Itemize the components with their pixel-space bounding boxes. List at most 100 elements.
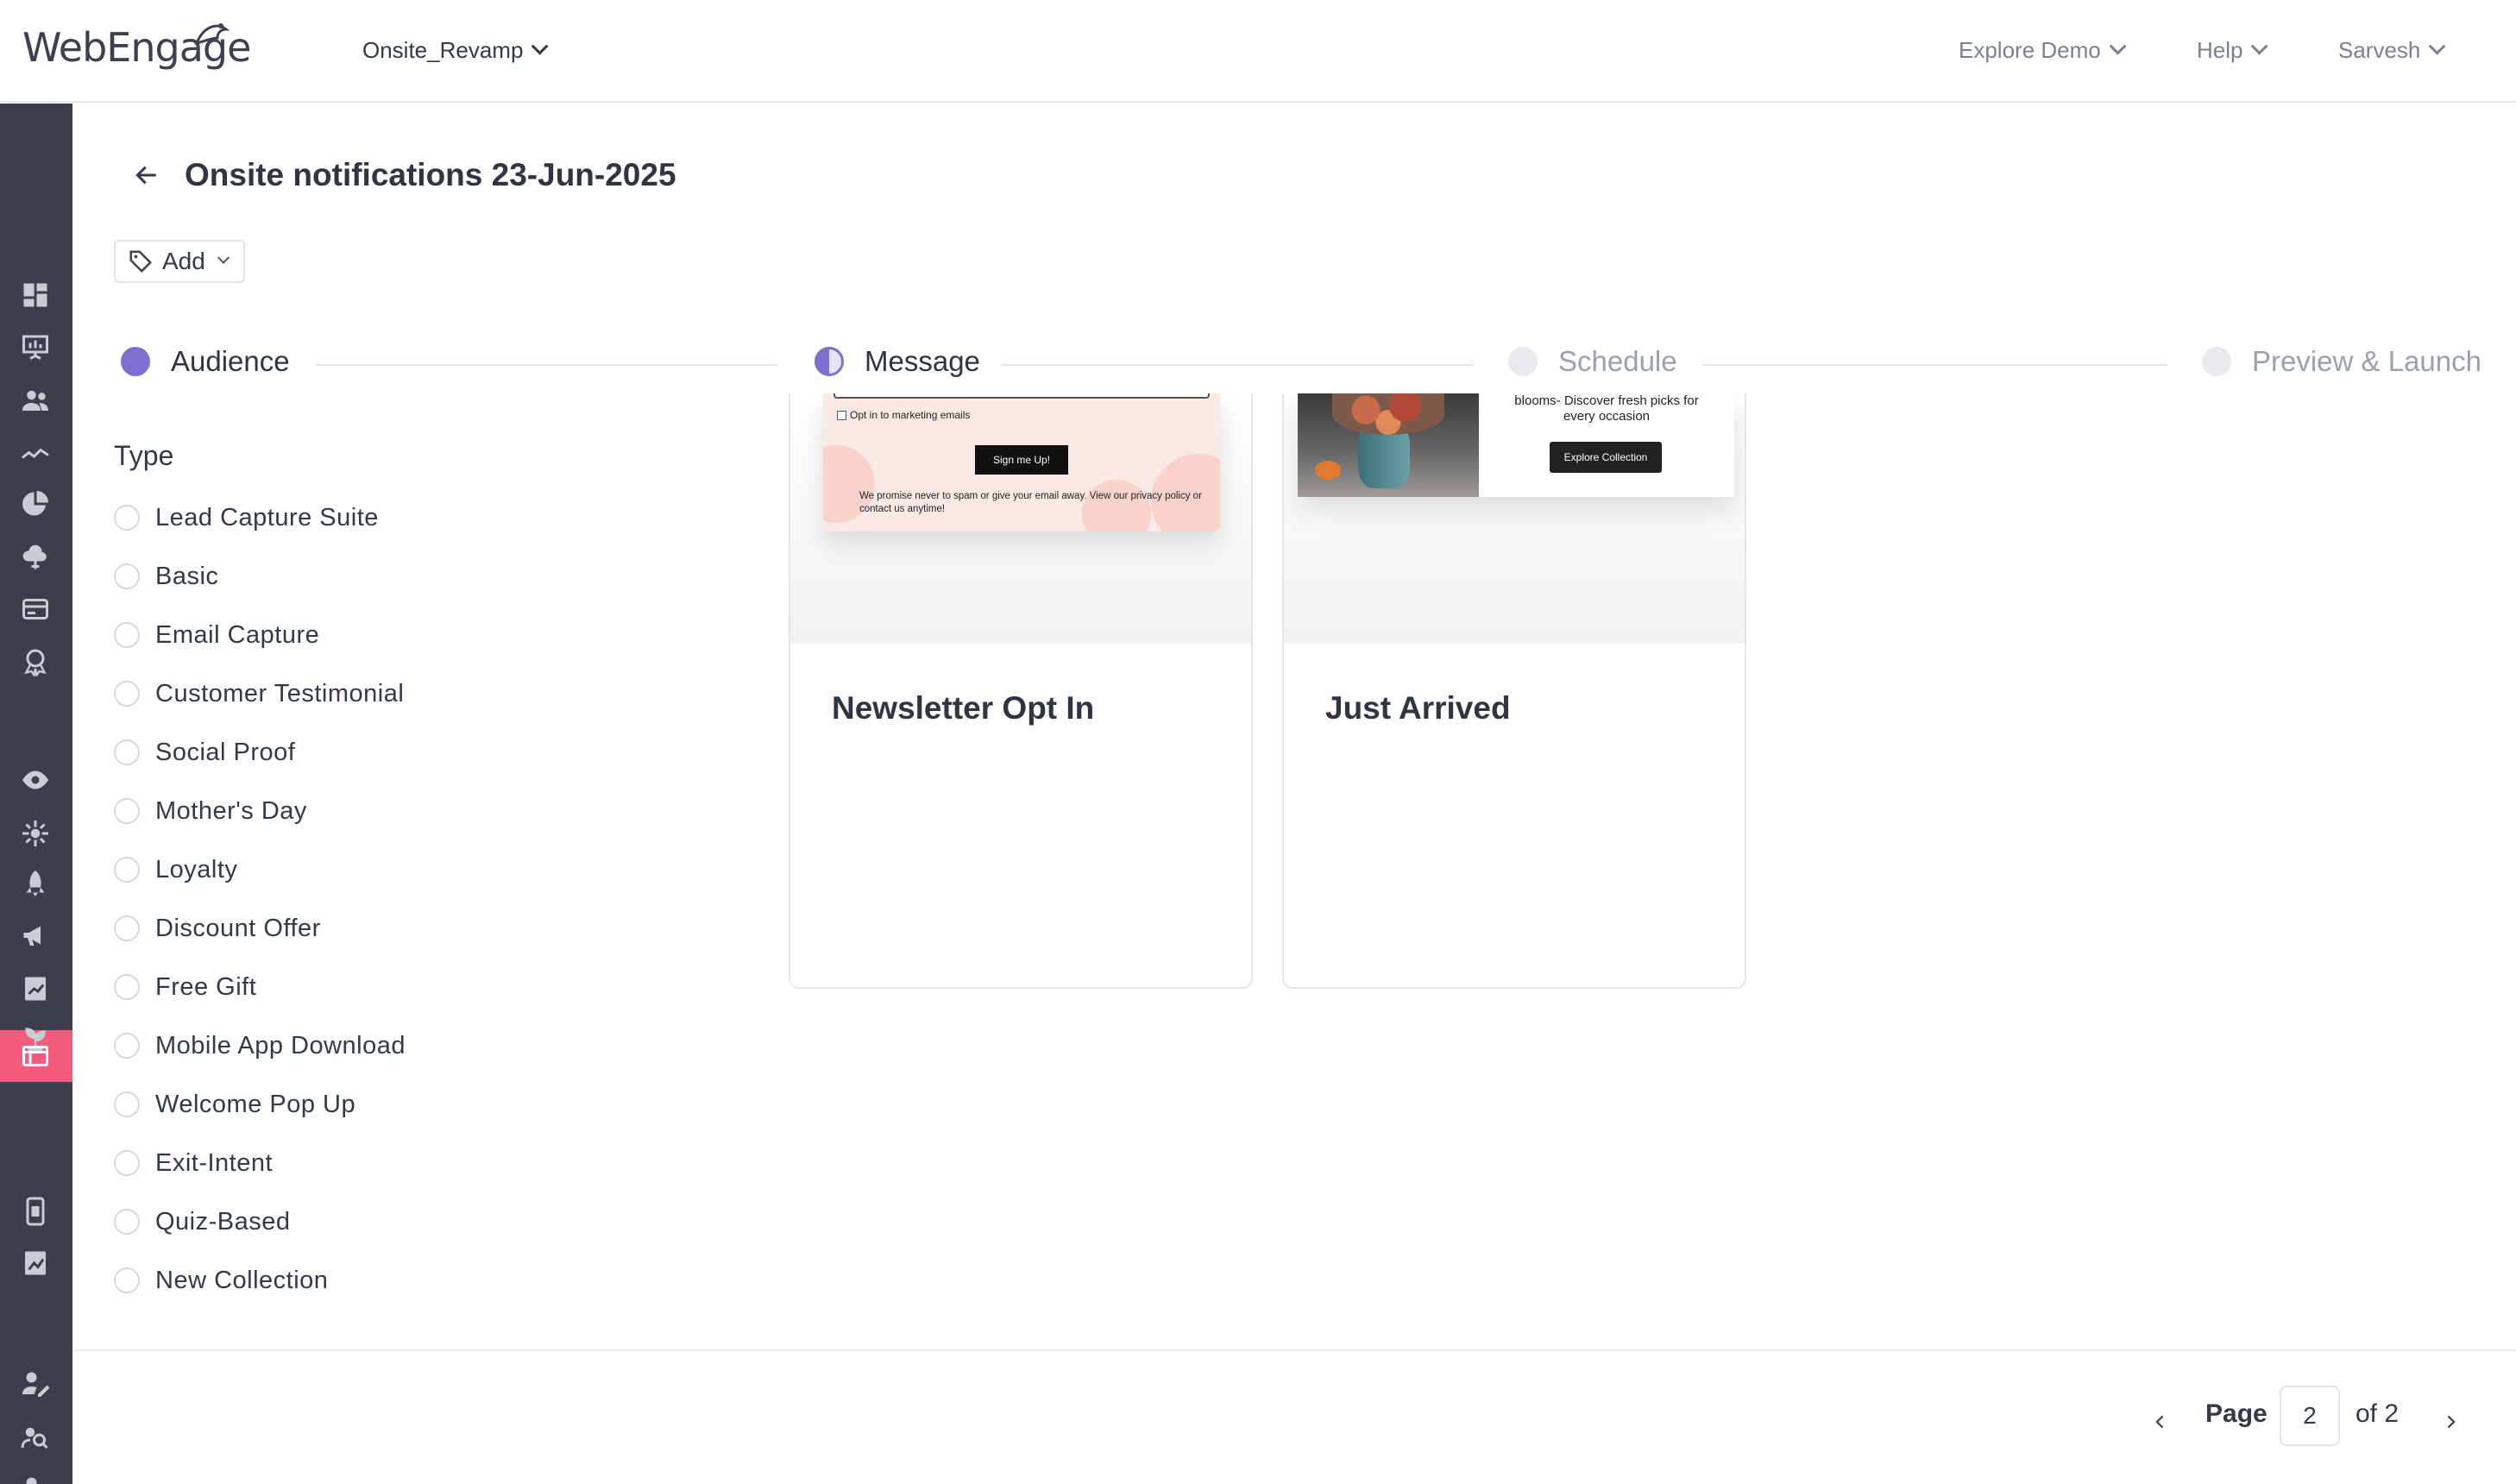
chevron-right-icon[interactable] [2438, 1410, 2463, 1434]
page-label: Page [2205, 1399, 2268, 1428]
template-thumbnail: Opt in to marketing emails Sign me Up! W… [790, 393, 1251, 644]
filter-option[interactable]: Lead Capture Suite [114, 500, 379, 535]
filter-option-label: Welcome Pop Up [155, 1090, 356, 1118]
filter-option[interactable]: Mobile App Download [114, 1028, 406, 1063]
radio-button[interactable] [114, 974, 140, 1000]
step-message[interactable]: Message [815, 345, 980, 378]
radio-button[interactable] [114, 1150, 140, 1176]
back-arrow-icon[interactable] [129, 158, 164, 192]
radio-button[interactable] [114, 505, 140, 531]
cards-icon[interactable] [18, 592, 53, 626]
eye-icon[interactable] [18, 763, 53, 797]
cloud-upload-icon[interactable] [18, 540, 53, 575]
chevron-down-icon [2109, 37, 2127, 55]
filter-option-label: Email Capture [155, 620, 320, 649]
step-audience-label: Audience [171, 345, 290, 377]
mobile-icon[interactable] [18, 1194, 53, 1229]
megaphone-icon[interactable] [18, 918, 53, 953]
badge-icon[interactable] [18, 644, 53, 678]
filter-option[interactable]: Email Capture [114, 618, 319, 652]
filter-option[interactable]: Mother's Day [114, 794, 307, 828]
sparkle-icon[interactable] [18, 816, 53, 851]
step-audience[interactable]: Audience [121, 345, 290, 378]
radio-button[interactable] [114, 739, 140, 765]
filter-option-label: Mother's Day [155, 796, 307, 825]
flower-vase-image [1298, 393, 1479, 497]
radio-button[interactable] [114, 1209, 140, 1235]
filter-option[interactable]: Free Gift [114, 970, 256, 1004]
radio-button[interactable] [114, 563, 140, 589]
chevron-down-icon [2251, 37, 2268, 55]
users-icon[interactable] [18, 383, 53, 418]
step-message-label: Message [865, 345, 980, 377]
radio-button[interactable] [114, 1033, 140, 1059]
opt-in-label: Opt in to marketing emails [850, 409, 971, 421]
filter-option[interactable]: Basic [114, 559, 218, 594]
radio-button[interactable] [114, 681, 140, 707]
help-dropdown[interactable]: Help [2197, 35, 2268, 66]
user-search-icon[interactable] [18, 1420, 53, 1455]
privacy-note: We promise never to spam or give your em… [859, 491, 1202, 514]
tag-icon [129, 250, 153, 274]
dashboard-icon[interactable] [18, 278, 53, 312]
explore-button-preview: Explore Collection [1550, 442, 1662, 473]
template-card-newsletter[interactable]: Opt in to marketing emails Sign me Up! W… [789, 393, 1253, 989]
template-card-just-arrived[interactable]: blooms- Discover fresh picks for every o… [1282, 393, 1746, 989]
project-dropdown[interactable]: Onsite_Revamp [362, 35, 549, 66]
rocket-icon[interactable] [18, 866, 53, 901]
radio-button[interactable] [114, 857, 140, 883]
filter-option-label: Exit-Intent [155, 1148, 274, 1177]
step-preview-launch[interactable]: Preview & Launch [2202, 345, 2481, 378]
template-title: Just Arrived [1325, 690, 1511, 726]
stepper-connector [1701, 364, 2167, 366]
webengage-logo[interactable]: Web Engage [22, 17, 251, 78]
pie-chart-icon[interactable] [18, 487, 53, 521]
presentation-icon[interactable] [18, 330, 53, 364]
filter-option[interactable]: Quiz-Based [114, 1204, 291, 1239]
radio-button[interactable] [114, 1091, 140, 1117]
just-arrived-preview: blooms- Discover fresh picks for every o… [1298, 393, 1734, 497]
logo-text-web: Web [22, 24, 107, 71]
step-schedule[interactable]: Schedule [1508, 345, 1677, 378]
template-title: Newsletter Opt In [832, 690, 1095, 726]
onsite-icon[interactable] [18, 1039, 53, 1073]
top-header: Web Engage Onsite_Revamp Explore Demo Hel… [0, 0, 2516, 103]
step-pending-icon [2202, 347, 2231, 376]
add-tag-button[interactable]: Add [114, 240, 245, 283]
filter-option-label: Basic [155, 562, 219, 590]
chevron-left-icon[interactable] [2148, 1410, 2173, 1434]
chevron-down-icon [217, 251, 230, 264]
user-edit-icon[interactable] [18, 1367, 53, 1401]
radio-button[interactable] [114, 1267, 140, 1293]
filter-option-label: Free Gift [155, 972, 257, 1001]
radio-button[interactable] [114, 622, 140, 648]
user-dropdown[interactable]: Sarvesh [2338, 35, 2446, 66]
step-pending-icon [1508, 347, 1538, 376]
stepper-connector [1001, 364, 1474, 366]
filter-option[interactable]: Loyalty [114, 852, 237, 887]
filter-option[interactable]: Discount Offer [114, 911, 321, 946]
filter-option[interactable]: Exit-Intent [114, 1146, 273, 1180]
report-icon[interactable] [18, 972, 53, 1006]
radio-button[interactable] [114, 915, 140, 941]
page-number-input[interactable]: 2 [2280, 1386, 2340, 1446]
filter-option[interactable]: Welcome Pop Up [114, 1087, 355, 1122]
step-schedule-label: Schedule [1558, 345, 1677, 377]
filter-option-label: Lead Capture Suite [155, 503, 379, 531]
filter-option[interactable]: New Collection [114, 1263, 328, 1298]
radio-button[interactable] [114, 798, 140, 824]
newsletter-preview: Opt in to marketing emails Sign me Up! W… [823, 393, 1220, 531]
filter-heading: Type [114, 440, 174, 471]
step-preview-launch-label: Preview & Launch [2252, 345, 2481, 377]
fruit-shape [1315, 461, 1341, 480]
filter-option[interactable]: Social Proof [114, 735, 295, 770]
explore-demo-dropdown[interactable]: Explore Demo [1959, 35, 2127, 66]
chevron-down-icon [2429, 37, 2446, 55]
opt-in-row: Opt in to marketing emails [837, 409, 970, 421]
filter-option-label: Mobile App Download [155, 1031, 406, 1060]
analytics-icon[interactable] [18, 1246, 53, 1280]
explore-demo-label: Explore Demo [1959, 36, 2101, 63]
trends-icon[interactable] [18, 437, 53, 471]
user-settings-icon[interactable] [18, 1472, 53, 1484]
filter-option[interactable]: Customer Testimonial [114, 676, 404, 711]
